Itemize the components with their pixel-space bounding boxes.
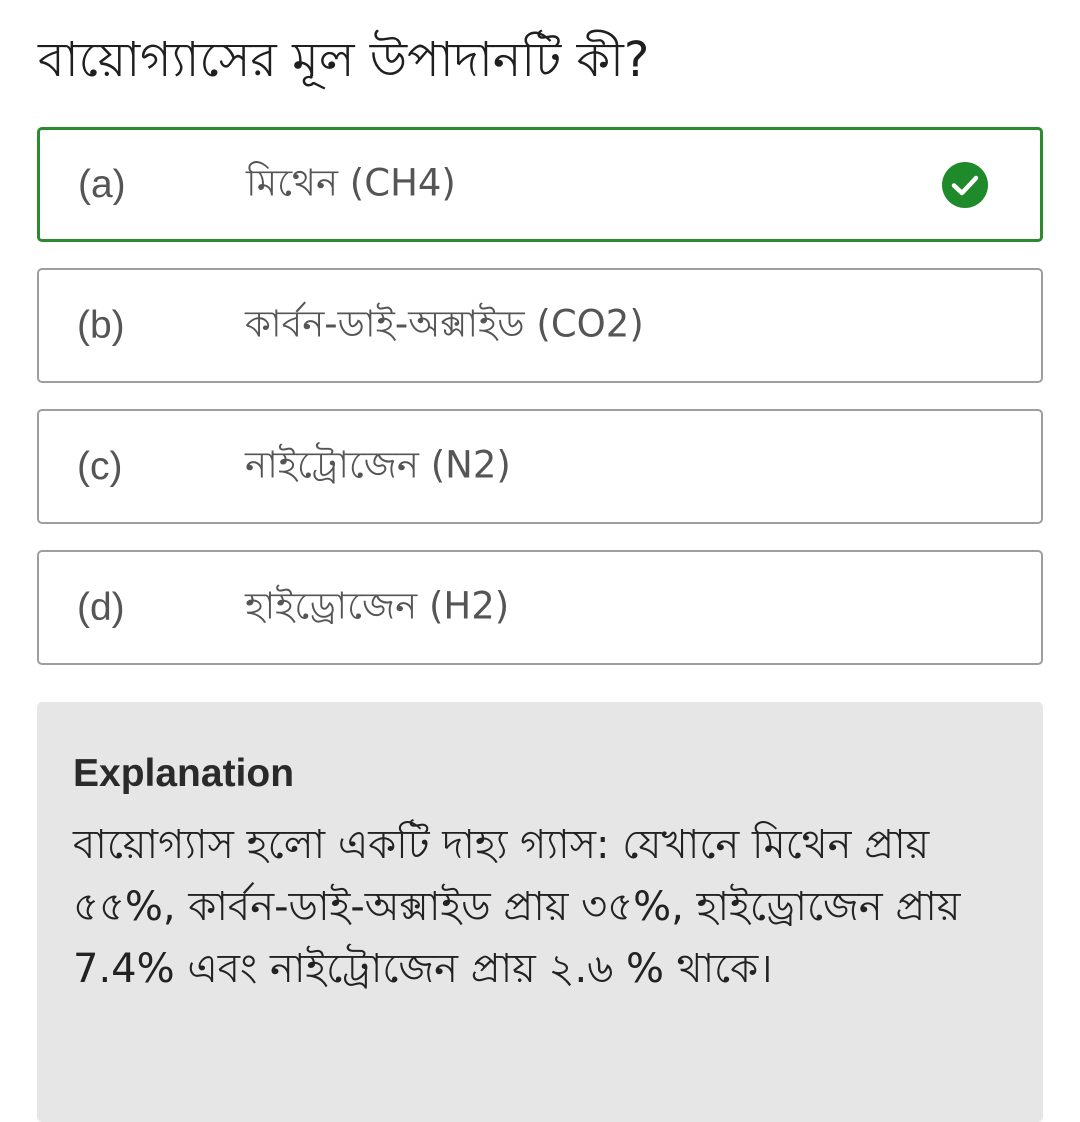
- option-letter: (c): [77, 444, 123, 488]
- option-text: হাইড্রোজেন (H2): [245, 584, 510, 627]
- check-circle-icon: [942, 161, 988, 208]
- question-text: বায়োগ্যাসের মূল উপাদানটি কী?: [38, 32, 650, 88]
- explanation-title: Explanation: [73, 752, 295, 795]
- option-letter: (d): [77, 585, 125, 629]
- option-d[interactable]: (d) হাইড্রোজেন (H2): [37, 550, 1043, 665]
- option-text: কার্বন-ডাই-অক্সাইড (CO2): [245, 302, 644, 345]
- option-b[interactable]: (b) কার্বন-ডাই-অক্সাইড (CO2): [37, 268, 1043, 383]
- option-text: নাইট্রোজেন (N2): [245, 443, 511, 486]
- option-a[interactable]: (a) মিথেন (CH4): [37, 127, 1043, 242]
- explanation-body: বায়োগ্যাস হলো একটি দাহ্য গ্যাস: যেখানে …: [73, 822, 961, 992]
- option-letter: (a): [78, 162, 126, 206]
- explanation-panel: Explanation বায়োগ্যাস হলো একটি দাহ্য গ্…: [37, 702, 1043, 1122]
- option-text: মিথেন (CH4): [246, 161, 456, 204]
- option-letter: (b): [77, 303, 125, 347]
- option-c[interactable]: (c) নাইট্রোজেন (N2): [37, 409, 1043, 524]
